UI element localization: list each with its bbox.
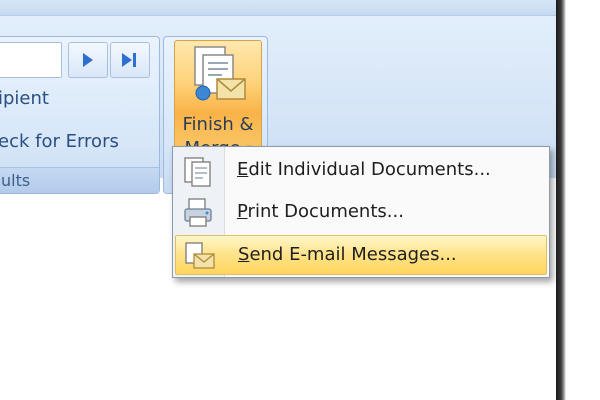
group-caption-label: ults (1, 171, 31, 190)
find-recipient-label: ipient (0, 88, 49, 109)
find-recipient-button[interactable]: ipient (0, 88, 49, 109)
label-text-send: end E-mail Messages... (249, 244, 457, 265)
finish-label-line1: Finish & (182, 114, 254, 135)
next-record-button[interactable] (68, 42, 108, 78)
play-next-icon (83, 53, 93, 67)
title-strip (0, 0, 556, 16)
print-documents-icon (184, 198, 212, 227)
check-for-errors-label: eck for Errors (0, 131, 119, 152)
send-email-icon (185, 242, 215, 269)
accesskey-print: P (237, 201, 248, 222)
menu-label-send: Send E-mail Messages... (238, 244, 457, 265)
group-caption: ults (0, 167, 159, 193)
finish-merge-icon (194, 46, 246, 101)
window-edge-shadow (556, 0, 566, 400)
label-text-edit: dit Individual Documents... (248, 159, 491, 180)
label-text-print: rint Documents... (247, 201, 404, 222)
record-number-input[interactable] (0, 42, 62, 78)
check-for-errors-button[interactable]: eck for Errors (0, 131, 119, 152)
menu-label-print: Print Documents... (237, 201, 404, 222)
menu-item-print-documents[interactable]: Print Documents... (175, 193, 547, 233)
skip-last-icon (122, 53, 136, 67)
finish-merge-button[interactable]: Finish & Merge ▾ (174, 40, 262, 162)
menu-item-send-email-messages[interactable]: Send E-mail Messages... (175, 235, 547, 275)
menu-item-edit-individual-documents[interactable]: Edit Individual Documents... (175, 151, 547, 191)
word-window: ults ipient eck for Errors Finish & Edit… (0, 0, 556, 400)
edit-documents-icon (184, 157, 211, 187)
last-record-button[interactable] (110, 42, 150, 78)
accesskey-edit: E (237, 159, 249, 180)
accesskey-send: S (238, 244, 250, 265)
menu-label-edit: Edit Individual Documents... (237, 159, 491, 180)
finish-merge-menu: Edit Individual Documents... Print Docum… (172, 146, 550, 278)
